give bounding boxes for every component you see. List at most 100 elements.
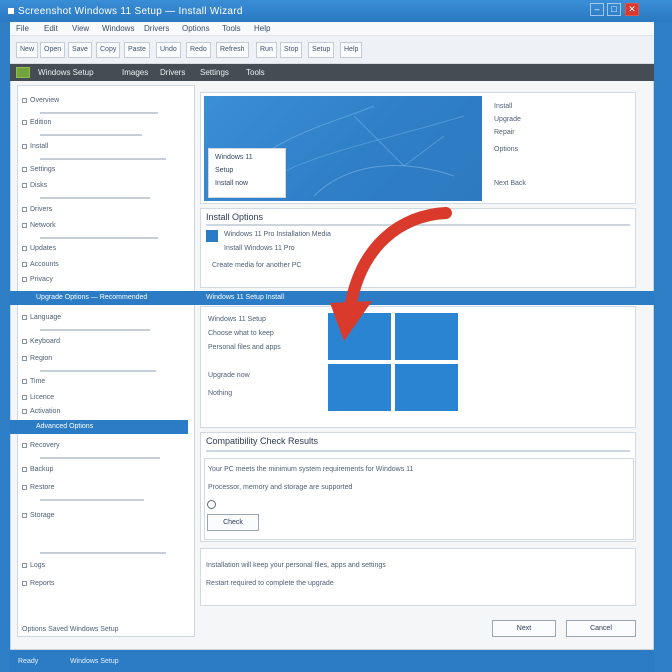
sidebar-item-activation[interactable]: Activation — [22, 408, 60, 418]
checkbox-icon — [22, 512, 27, 518]
toolbar-paste-button[interactable]: Paste — [124, 42, 150, 58]
right-panel-item-options[interactable]: Options — [494, 146, 518, 153]
toolbar: New Open Save Copy Paste Undo Redo Refre… — [10, 36, 654, 64]
sidebar-item-restore[interactable]: Restore — [22, 484, 55, 494]
next-button[interactable]: Next — [492, 620, 556, 637]
sidebar-item-privacy[interactable]: Privacy — [22, 276, 53, 286]
install-option-create-media[interactable]: Create media for another PC — [212, 262, 302, 269]
menu-drivers[interactable]: Drivers — [144, 24, 169, 33]
menu-file[interactable]: File — [16, 24, 29, 33]
command-images[interactable]: Images — [122, 68, 148, 77]
sidebar-item-network[interactable]: Network — [22, 222, 56, 232]
checkbox-icon — [22, 338, 27, 344]
hero-card-action[interactable]: Install now — [215, 180, 248, 187]
checkbox-icon — [22, 484, 27, 490]
sidebar-item-recovery[interactable]: Recovery — [22, 442, 60, 452]
checkbox-icon — [22, 378, 27, 384]
sidebar-item-language[interactable]: Language — [22, 314, 61, 324]
sidebar-item-backup[interactable]: Backup — [22, 466, 53, 476]
toolbar-run-button[interactable]: Run — [256, 42, 277, 58]
title-bar: Screenshot Windows 11 Setup — Install Wi… — [0, 0, 672, 22]
toolbar-open-button[interactable]: Open — [40, 42, 66, 58]
checkbox-icon — [22, 245, 27, 251]
status-bar: Ready Windows Setup — [10, 650, 654, 672]
right-panel-footer[interactable]: Next Back — [494, 180, 526, 187]
toolbar-help-button[interactable]: Help — [340, 42, 363, 58]
toolbar-copy-button[interactable]: Copy — [96, 42, 121, 58]
command-drivers[interactable]: Drivers — [160, 68, 185, 77]
toolbar-new-button[interactable]: New — [16, 42, 39, 58]
sidebar-item-licence[interactable]: Licence — [22, 394, 54, 404]
toolbar-undo-button[interactable]: Undo — [156, 42, 181, 58]
divider — [40, 197, 150, 199]
setup-upgrade-now[interactable]: Upgrade now — [208, 372, 250, 379]
menu-windows[interactable]: Windows — [102, 24, 134, 33]
sidebar-item-settings[interactable]: Settings — [22, 166, 55, 176]
right-panel-item-repair[interactable]: Repair — [494, 129, 515, 136]
checkbox-icon — [22, 182, 27, 188]
install-option-media[interactable]: Windows 11 Pro Installation Media — [224, 231, 331, 238]
sidebar-item-accounts[interactable]: Accounts — [22, 261, 59, 271]
setup-keep-nothing-option[interactable]: Nothing — [208, 390, 232, 397]
info-icon — [207, 500, 216, 509]
summary-line-restart: Restart required to complete the upgrade — [206, 580, 334, 587]
setup-install-label: Windows 11 Setup Install — [206, 294, 285, 301]
checkbox-icon — [22, 143, 27, 149]
command-windows-setup[interactable]: Windows Setup — [38, 68, 94, 77]
upgrade-options-label: Upgrade Options — Recommended — [36, 294, 148, 301]
command-tools[interactable]: Tools — [246, 68, 265, 77]
menu-tools[interactable]: Tools — [222, 24, 241, 33]
maximize-button[interactable]: □ — [607, 3, 621, 16]
menu-help[interactable]: Help — [254, 24, 270, 33]
install-options-title: Install Options — [206, 212, 264, 222]
sidebar-item-reports[interactable]: Reports — [22, 580, 55, 590]
cancel-button[interactable]: Cancel — [566, 620, 636, 637]
menu-options[interactable]: Options — [182, 24, 210, 33]
toolbar-save-button[interactable]: Save — [68, 42, 92, 58]
checkbox-icon — [22, 314, 27, 320]
advanced-options-bar[interactable]: Advanced Options — [10, 420, 188, 434]
sidebar-item-region[interactable]: Region — [22, 355, 52, 365]
sidebar-item-time[interactable]: Time — [22, 378, 45, 388]
command-settings[interactable]: Settings — [200, 68, 229, 77]
sidebar-item-updates[interactable]: Updates — [22, 245, 56, 255]
setup-title: Windows 11 Setup — [208, 316, 266, 323]
menu-edit[interactable]: Edit — [44, 24, 58, 33]
checkbox-icon — [22, 442, 27, 448]
summary-line-keep: Installation will keep your personal fil… — [206, 562, 386, 569]
app-logo-icon — [16, 67, 30, 78]
minimize-button[interactable]: – — [590, 3, 604, 16]
sidebar-item-drivers[interactable]: Drivers — [22, 206, 52, 216]
divider — [40, 134, 142, 136]
sidebar-item-edition[interactable]: Edition — [22, 119, 51, 129]
close-button[interactable]: ✕ — [625, 3, 639, 16]
sidebar-item-storage[interactable]: Storage — [22, 512, 55, 522]
toolbar-refresh-button[interactable]: Refresh — [216, 42, 249, 58]
toolbar-stop-button[interactable]: Stop — [280, 42, 303, 58]
sidebar-item-overview[interactable]: Overview — [22, 97, 59, 107]
window-title: Screenshot Windows 11 Setup — Install Wi… — [8, 6, 243, 17]
setup-keep-files-option[interactable]: Personal files and apps — [208, 344, 281, 351]
setup-choose-keep: Choose what to keep — [208, 330, 274, 337]
checkbox-icon — [22, 355, 27, 361]
right-panel-item-upgrade[interactable]: Upgrade — [494, 116, 521, 123]
menu-view[interactable]: View — [72, 24, 89, 33]
checkbox-icon — [22, 562, 27, 568]
divider — [40, 329, 150, 331]
hero-card[interactable]: Windows 11 Setup Install now — [208, 148, 286, 198]
checkbox-icon — [22, 166, 27, 172]
sidebar-item-keyboard[interactable]: Keyboard — [22, 338, 60, 348]
sidebar-item-disks[interactable]: Disks — [22, 182, 47, 192]
install-option-pro[interactable]: Install Windows 11 Pro — [224, 245, 295, 252]
menu-bar: File Edit View Windows Drivers Options T… — [10, 22, 654, 36]
sidebar-item-logs[interactable]: Logs — [22, 562, 45, 572]
toolbar-redo-button[interactable]: Redo — [186, 42, 211, 58]
sidebar-item-install[interactable]: Install — [22, 143, 48, 153]
divider — [40, 112, 158, 114]
check-button[interactable]: Check — [207, 514, 259, 531]
right-panel-item-install[interactable]: Install — [494, 103, 512, 110]
checkbox-icon — [22, 261, 27, 267]
status-right: Windows Setup — [70, 658, 119, 665]
toolbar-setup-button[interactable]: Setup — [308, 42, 335, 58]
hero-card-subtitle: Setup — [215, 167, 234, 174]
